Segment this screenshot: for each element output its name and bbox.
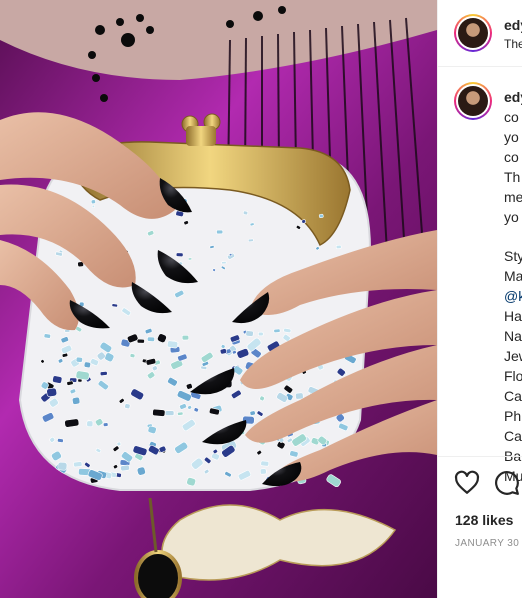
rhinestone bbox=[164, 410, 175, 416]
comment-icon[interactable] bbox=[494, 470, 520, 496]
header-username[interactable]: edy bbox=[504, 17, 522, 33]
rhinestone bbox=[273, 328, 281, 333]
rhinestone bbox=[120, 464, 130, 472]
rhinestone bbox=[248, 238, 254, 243]
credit-line: Ma bbox=[504, 268, 522, 284]
rhinestone bbox=[181, 335, 190, 341]
rhinestone bbox=[102, 422, 109, 427]
credit-line: Flo bbox=[504, 368, 522, 384]
rhinestone bbox=[90, 199, 96, 205]
rhinestone bbox=[129, 353, 136, 359]
credit-line: Na bbox=[504, 328, 522, 344]
rhinestone bbox=[72, 396, 81, 405]
caption-avatar[interactable] bbox=[454, 82, 492, 120]
header-avatar[interactable] bbox=[454, 14, 492, 52]
credit-line: Sty bbox=[504, 248, 522, 264]
caption-line: Th bbox=[504, 169, 521, 185]
rhinestone bbox=[43, 333, 51, 339]
rhinestone bbox=[147, 336, 155, 342]
post-image-clutch-and-nails bbox=[0, 0, 437, 598]
credit-line: Ca bbox=[504, 428, 522, 444]
rhinestone bbox=[52, 375, 63, 384]
caption-line: co bbox=[504, 109, 519, 125]
caption-line: yo bbox=[504, 129, 519, 145]
rhinestone bbox=[245, 330, 254, 337]
rhinestone bbox=[216, 229, 224, 235]
likes-count[interactable]: 128 likes bbox=[455, 512, 513, 528]
rhinestone bbox=[136, 338, 145, 344]
rhinestone bbox=[57, 438, 64, 443]
post-side-panel: edy The edy co yo co Th me yo Sty Ma @k … bbox=[437, 0, 522, 598]
rhinestone bbox=[242, 210, 249, 216]
rhinestone bbox=[152, 408, 166, 417]
credit-line: Ha bbox=[504, 308, 522, 324]
rhinestone bbox=[249, 410, 256, 416]
actions-divider bbox=[438, 456, 522, 457]
caption-text: co yo co Th me yo Sty Ma @k Ha Na Jew Fl… bbox=[504, 107, 522, 486]
rhinestone bbox=[259, 468, 267, 475]
caption-line: me bbox=[504, 189, 522, 205]
rhinestone bbox=[86, 420, 94, 428]
rhinestone bbox=[228, 253, 233, 257]
credit-line: Ca bbox=[504, 388, 522, 404]
rhinestone bbox=[83, 361, 91, 369]
header-subtitle: The bbox=[504, 37, 522, 51]
rhinestone bbox=[75, 370, 90, 381]
rhinestone bbox=[111, 303, 118, 308]
rhinestone bbox=[318, 213, 324, 218]
rhinestone bbox=[219, 348, 227, 355]
post-date[interactable]: JANUARY 30 bbox=[455, 538, 519, 549]
rhinestone bbox=[301, 219, 306, 224]
credit-line: Ph bbox=[504, 408, 522, 424]
rhinestone bbox=[166, 340, 179, 349]
rhinestone bbox=[46, 387, 58, 397]
rhinestone bbox=[258, 331, 264, 337]
rhinestone bbox=[99, 371, 108, 376]
rhinestone bbox=[177, 411, 184, 416]
rhinestone bbox=[335, 244, 342, 250]
rhinestone bbox=[260, 460, 270, 467]
heart-icon[interactable] bbox=[454, 470, 480, 496]
rhinestone bbox=[209, 245, 215, 249]
rhinestone bbox=[64, 418, 80, 428]
post-photo[interactable] bbox=[0, 0, 437, 598]
credit-line: Jew bbox=[504, 348, 522, 364]
caption-username[interactable]: edy bbox=[504, 89, 522, 105]
rhinestone bbox=[91, 204, 95, 208]
credit-mention-link[interactable]: @k bbox=[504, 286, 522, 306]
rhinestone bbox=[73, 461, 83, 468]
rhinestone bbox=[295, 392, 304, 400]
rhinestone bbox=[175, 252, 184, 257]
header-divider bbox=[438, 66, 522, 67]
rhinestone bbox=[57, 461, 68, 471]
rhinestone bbox=[124, 403, 131, 410]
rhinestone bbox=[221, 261, 227, 265]
caption-line: yo bbox=[504, 209, 519, 225]
rhinestone bbox=[187, 257, 193, 261]
caption-line: co bbox=[504, 149, 519, 165]
rhinestone bbox=[75, 356, 83, 363]
